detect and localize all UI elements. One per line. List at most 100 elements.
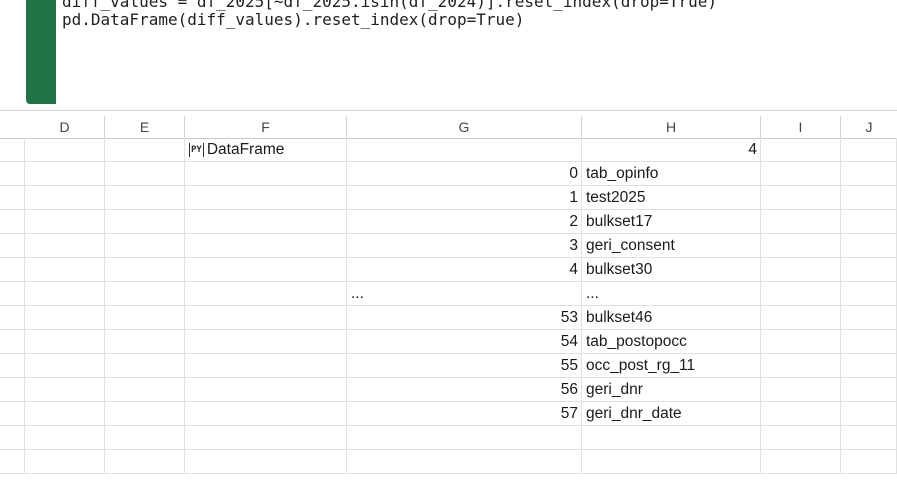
cell[interactable] <box>761 330 841 353</box>
cell[interactable] <box>0 450 25 473</box>
cell[interactable] <box>105 378 185 401</box>
dataframe-count-cell[interactable]: 4 <box>582 138 761 161</box>
cell[interactable] <box>761 402 841 425</box>
cell[interactable] <box>25 258 105 281</box>
cell[interactable] <box>185 234 347 257</box>
cell[interactable] <box>25 234 105 257</box>
cell[interactable] <box>841 138 897 161</box>
row-value-cell[interactable]: tab_postopocc <box>582 330 761 353</box>
cell[interactable] <box>185 378 347 401</box>
cell[interactable] <box>25 282 105 305</box>
cell[interactable] <box>105 282 185 305</box>
row-value-cell[interactable]: test2025 <box>582 186 761 209</box>
code-line[interactable]: pd.DataFrame(diff_values).reset_index(dr… <box>62 10 524 30</box>
cell[interactable] <box>761 282 841 305</box>
cell[interactable] <box>347 426 582 449</box>
cell[interactable] <box>185 330 347 353</box>
row-value-cell[interactable]: geri_dnr_date <box>582 402 761 425</box>
python-dataframe-cell[interactable]: PY DataFrame <box>185 138 347 161</box>
cell[interactable] <box>841 162 897 185</box>
cell[interactable] <box>0 330 25 353</box>
cell[interactable] <box>841 282 897 305</box>
row-index-cell[interactable]: 54 <box>347 330 582 353</box>
column-header-j[interactable]: J <box>841 116 897 138</box>
cell[interactable] <box>761 258 841 281</box>
cell[interactable] <box>0 162 25 185</box>
cell[interactable] <box>761 186 841 209</box>
cell[interactable] <box>841 258 897 281</box>
cell[interactable] <box>761 354 841 377</box>
cell[interactable] <box>582 450 761 473</box>
cell[interactable] <box>0 210 25 233</box>
cell[interactable] <box>185 210 347 233</box>
cell[interactable] <box>761 138 841 161</box>
row-index-cell[interactable]: 53 <box>347 306 582 329</box>
cell[interactable] <box>347 450 582 473</box>
row-value-cell[interactable]: bulkset46 <box>582 306 761 329</box>
formula-editor[interactable]: diff_values = df_2025[~df_2025.isin(df_2… <box>0 0 897 111</box>
cell[interactable] <box>185 258 347 281</box>
row-index-cell[interactable]: 0 <box>347 162 582 185</box>
cell[interactable] <box>25 330 105 353</box>
cell[interactable] <box>105 138 185 161</box>
cell[interactable] <box>105 186 185 209</box>
cell[interactable] <box>105 306 185 329</box>
cell[interactable] <box>0 426 25 449</box>
cell[interactable] <box>105 354 185 377</box>
cell[interactable] <box>347 138 582 161</box>
cell[interactable] <box>105 330 185 353</box>
cell[interactable] <box>105 234 185 257</box>
cell[interactable] <box>25 402 105 425</box>
cell[interactable] <box>185 282 347 305</box>
cell[interactable] <box>0 258 25 281</box>
cell[interactable] <box>105 258 185 281</box>
cell[interactable] <box>25 450 105 473</box>
row-index-cell[interactable]: 1 <box>347 186 582 209</box>
cell[interactable] <box>25 378 105 401</box>
row-value-cell[interactable]: bulkset17 <box>582 210 761 233</box>
row-index-cell[interactable]: 3 <box>347 234 582 257</box>
row-index-cell[interactable]: 55 <box>347 354 582 377</box>
row-value-cell[interactable]: occ_post_rg_11 <box>582 354 761 377</box>
cell[interactable] <box>25 186 105 209</box>
cell[interactable] <box>185 450 347 473</box>
cell[interactable] <box>105 210 185 233</box>
row-value-cell[interactable]: tab_opinfo <box>582 162 761 185</box>
cell[interactable] <box>841 330 897 353</box>
cell[interactable] <box>25 210 105 233</box>
cell[interactable] <box>25 426 105 449</box>
cell[interactable] <box>761 306 841 329</box>
row-value-cell[interactable]: geri_dnr <box>582 378 761 401</box>
cell[interactable] <box>841 450 897 473</box>
cell[interactable] <box>841 426 897 449</box>
cell[interactable] <box>0 282 25 305</box>
cell[interactable] <box>185 402 347 425</box>
cell[interactable] <box>761 378 841 401</box>
column-header-f[interactable]: F <box>185 116 347 138</box>
row-index-cell[interactable]: 4 <box>347 258 582 281</box>
cell[interactable] <box>841 306 897 329</box>
cell[interactable] <box>761 426 841 449</box>
cell[interactable] <box>0 234 25 257</box>
row-index-cell[interactable]: 57 <box>347 402 582 425</box>
cell[interactable] <box>185 162 347 185</box>
cell[interactable] <box>0 186 25 209</box>
row-value-cell[interactable]: ... <box>582 282 761 305</box>
spreadsheet-grid[interactable]: PY DataFrame 4 0 tab_opinfo 1 test2025 2 bulkset… <box>0 138 897 483</box>
cell[interactable] <box>0 306 25 329</box>
cell[interactable] <box>185 426 347 449</box>
cell[interactable] <box>841 234 897 257</box>
cell[interactable] <box>841 378 897 401</box>
cell[interactable] <box>761 450 841 473</box>
column-header-d[interactable]: D <box>25 116 105 138</box>
cell[interactable] <box>761 234 841 257</box>
cell[interactable] <box>0 378 25 401</box>
row-value-cell[interactable]: bulkset30 <box>582 258 761 281</box>
python-object-icon[interactable]: PY <box>189 143 204 157</box>
cell[interactable] <box>0 402 25 425</box>
cell[interactable] <box>105 162 185 185</box>
cell[interactable] <box>841 402 897 425</box>
cell[interactable] <box>25 354 105 377</box>
cell[interactable] <box>105 402 185 425</box>
row-index-cell[interactable]: ... <box>347 282 582 305</box>
